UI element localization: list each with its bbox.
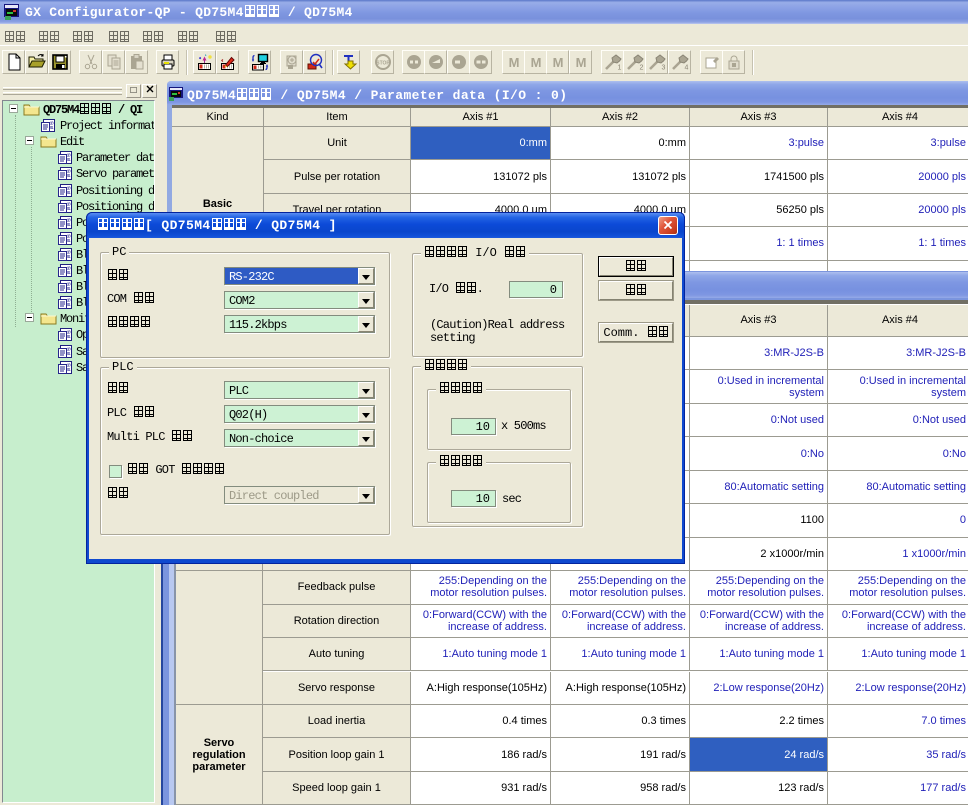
svg-text:3: 3: [662, 65, 666, 72]
svg-text:M: M: [531, 55, 542, 70]
svg-text:STOP: STOP: [376, 61, 390, 67]
svg-text:M: M: [553, 55, 564, 70]
svg-text:M: M: [576, 55, 587, 70]
svg-text:2: 2: [640, 65, 644, 72]
svg-text:1: 1: [618, 65, 622, 72]
svg-text:4: 4: [685, 65, 689, 72]
svg-text:M: M: [509, 55, 520, 70]
